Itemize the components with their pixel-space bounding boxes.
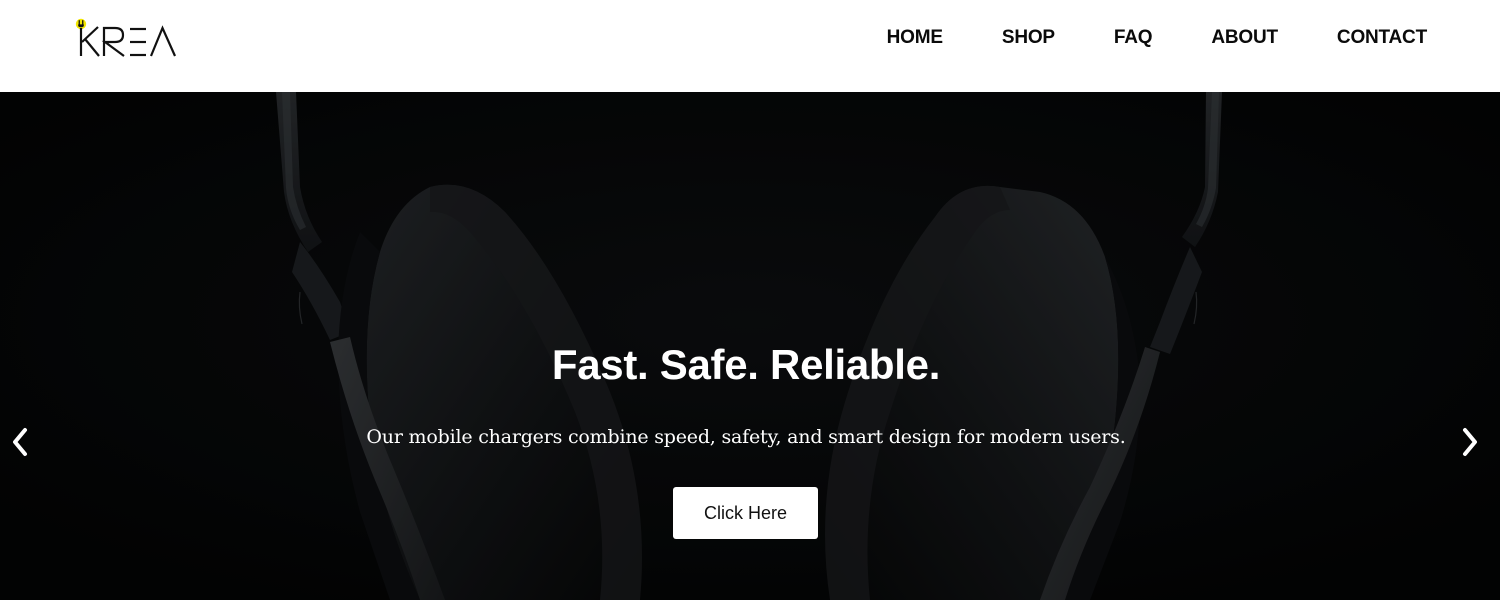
krea-logo-icon	[75, 18, 177, 57]
hero-title: Fast. Safe. Reliable.	[551, 341, 941, 388]
main-nav: HOME SHOP FAQ ABOUT CONTACT	[887, 27, 1428, 49]
click-here-button[interactable]: Click Here	[673, 487, 818, 539]
hero-subtitle: Our mobile chargers combine speed, safet…	[366, 426, 1126, 448]
nav-item-faq[interactable]: FAQ	[1114, 27, 1153, 49]
slider-prev-button[interactable]	[0, 422, 40, 462]
chevron-right-icon	[1463, 428, 1477, 456]
nav-item-home[interactable]: HOME	[887, 27, 943, 49]
nav-item-contact[interactable]: CONTACT	[1337, 27, 1427, 49]
slider-next-button[interactable]	[1450, 422, 1490, 462]
site-header: HOME SHOP FAQ ABOUT CONTACT	[0, 0, 1500, 92]
nav-item-about[interactable]: ABOUT	[1211, 27, 1278, 49]
nav-item-shop[interactable]: SHOP	[1002, 27, 1055, 49]
brand-logo[interactable]	[72, 16, 182, 62]
chevron-left-icon	[13, 428, 27, 456]
hero-slider: Fast. Safe. Reliable. Our mobile charger…	[0, 92, 1500, 600]
